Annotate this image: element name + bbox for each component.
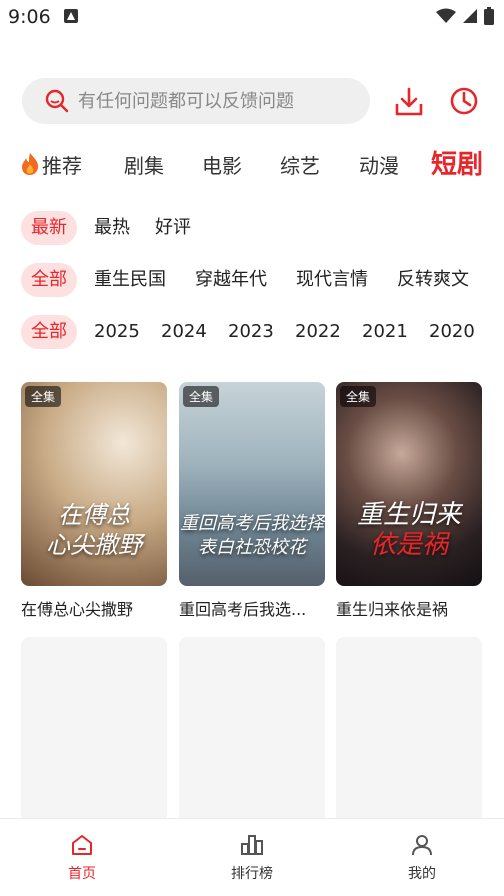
search-input[interactable] xyxy=(78,78,358,124)
filter-genre-2[interactable]: 穿越年代 xyxy=(195,263,267,297)
tab-anime[interactable]: 动漫 xyxy=(359,150,399,179)
video-poster[interactable]: 全集 重生归来 依是祸 xyxy=(336,382,482,586)
user-icon xyxy=(412,835,432,856)
tab-series[interactable]: 剧集 xyxy=(124,150,164,179)
nav-label: 排行榜 xyxy=(231,866,273,882)
tab-recommend[interactable]: 推荐 xyxy=(20,150,82,179)
download-icon[interactable] xyxy=(393,86,425,118)
nav-ranking[interactable]: 排行榜 xyxy=(212,833,292,883)
filter-genre-all[interactable]: 全部 xyxy=(21,263,77,297)
ranking-icon xyxy=(241,835,263,855)
video-poster[interactable]: 全集 重回高考后我选择 表白社恐校花 xyxy=(179,382,325,586)
filter-genre-4[interactable]: 反转爽文 xyxy=(397,263,469,297)
nav-label: 我的 xyxy=(408,866,436,882)
filter-year-2021[interactable]: 2021 xyxy=(362,315,408,349)
signal-icon xyxy=(463,9,477,23)
filter-genre-3[interactable]: 现代言情 xyxy=(296,263,368,297)
poster-title: 在傅总 心尖撒野 xyxy=(46,501,142,559)
fire-icon xyxy=(22,153,39,175)
filter-latest[interactable]: 最新 xyxy=(21,211,77,245)
poster-title: 重回高考后我选择 表白社恐校花 xyxy=(180,513,324,558)
episode-badge: 全集 xyxy=(25,386,62,407)
filter-hottest[interactable]: 最热 xyxy=(94,211,130,245)
filter-top-rated[interactable]: 好评 xyxy=(155,211,191,245)
episode-badge: 全集 xyxy=(183,386,220,407)
video-title[interactable]: 重生归来依是祸 xyxy=(336,596,482,620)
filter-year-2022[interactable]: 2022 xyxy=(295,315,341,349)
poster-title: 重生归来 依是祸 xyxy=(356,500,461,560)
filter-year-2025[interactable]: 2025 xyxy=(94,315,140,349)
tab-label: 推荐 xyxy=(42,154,82,178)
video-poster[interactable]: 全集 在傅总 心尖撒野 xyxy=(21,382,167,586)
loading-card xyxy=(179,637,325,827)
video-card[interactable]: 全集 在傅总 心尖撒野 在傅总心尖撒野 xyxy=(21,382,167,620)
status-icons xyxy=(436,7,494,25)
nav-profile[interactable]: 我的 xyxy=(382,833,462,883)
tab-movie[interactable]: 电影 xyxy=(202,150,242,179)
nav-label: 首页 xyxy=(68,866,96,882)
filter-genre-1[interactable]: 重生民国 xyxy=(94,263,166,297)
video-title[interactable]: 在傅总心尖撒野 xyxy=(21,596,167,620)
tab-short-drama[interactable]: 短剧 xyxy=(431,144,483,181)
nav-home[interactable]: 首页 xyxy=(42,833,122,883)
loading-card xyxy=(336,637,482,827)
video-card[interactable]: 全集 重回高考后我选择 表白社恐校花 重回高考后我选... xyxy=(179,382,325,620)
sort-filter-row: 最新 最热 好评 xyxy=(20,211,490,245)
year-filter-row: 全部 2025 2024 2023 2022 2021 2020 xyxy=(20,315,490,349)
search-icon xyxy=(45,89,69,113)
status-bar: 9:06 xyxy=(0,0,504,36)
genre-filter-row: 全部 重生民国 穿越年代 现代言情 反转爽文 xyxy=(20,263,490,297)
status-time: 9:06 xyxy=(8,6,51,28)
tab-variety[interactable]: 综艺 xyxy=(280,150,320,179)
battery-icon xyxy=(484,7,494,25)
filter-year-all[interactable]: 全部 xyxy=(21,315,77,349)
bottom-nav: 首页 排行榜 我的 xyxy=(0,818,504,896)
loading-card xyxy=(21,637,167,827)
episode-badge: 全集 xyxy=(340,386,377,407)
category-tabs: 推荐 剧集 电影 综艺 动漫 短剧 xyxy=(18,140,498,190)
notification-icon xyxy=(64,9,78,23)
wifi-icon xyxy=(436,8,456,23)
filter-year-2023[interactable]: 2023 xyxy=(228,315,274,349)
home-icon xyxy=(72,835,92,855)
search-bar[interactable] xyxy=(22,78,370,124)
video-card[interactable]: 全集 重生归来 依是祸 重生归来依是祸 xyxy=(336,382,482,620)
history-icon[interactable] xyxy=(448,85,480,117)
video-title[interactable]: 重回高考后我选... xyxy=(179,596,325,620)
filter-year-2020[interactable]: 2020 xyxy=(429,315,475,349)
filter-year-2024[interactable]: 2024 xyxy=(161,315,207,349)
